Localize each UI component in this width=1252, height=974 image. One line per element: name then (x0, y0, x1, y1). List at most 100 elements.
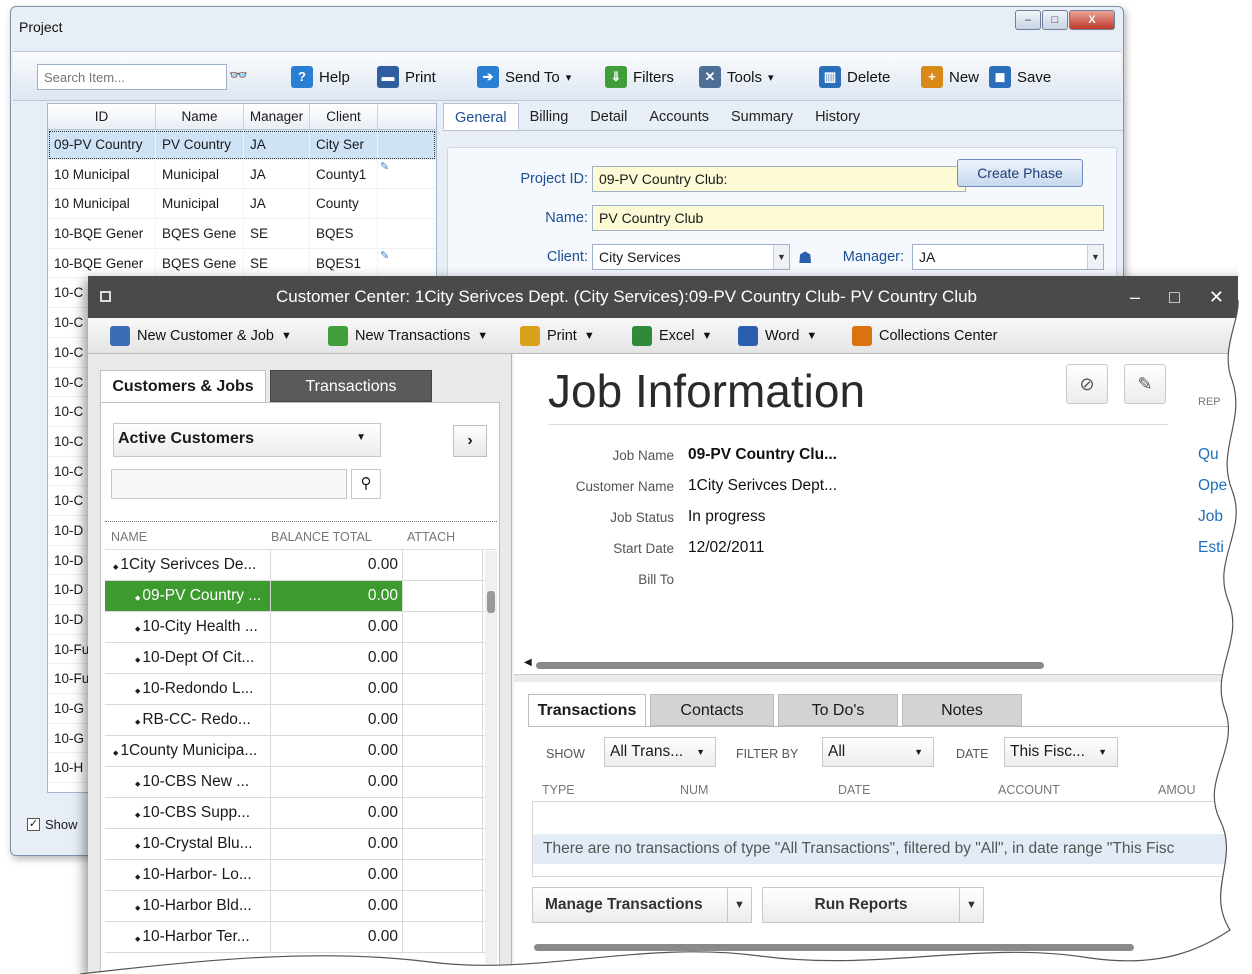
name-field[interactable]: PV Country Club (592, 205, 1104, 231)
tab-to-do-s[interactable]: To Do's (778, 694, 898, 726)
toolbar-delete-button[interactable]: ▥ Delete (819, 66, 890, 88)
col-id[interactable]: ID (48, 104, 156, 129)
search-button[interactable]: ⚲ (351, 469, 381, 499)
caret-down-icon[interactable]: ▾ (768, 71, 774, 84)
tab-general[interactable]: General (443, 103, 519, 130)
caret-down-icon[interactable]: ▾ (566, 71, 572, 84)
tab-transactions[interactable]: Transactions (528, 694, 646, 726)
show-checkbox[interactable]: ✓ Show (27, 817, 78, 832)
list-item[interactable]: ◆ 1City Serivces De... 0.00 (105, 550, 497, 581)
search-item-input[interactable] (37, 64, 227, 90)
col-name[interactable]: Name (156, 104, 244, 129)
show-dropdown[interactable]: All Trans... ▼ (604, 737, 716, 767)
col-client[interactable]: Client (310, 104, 378, 129)
list-item[interactable]: ◆ 10-Crystal Blu... 0.00 (105, 829, 497, 860)
client-dropdown[interactable]: City Services ▼ (592, 244, 790, 270)
toolbar-excelbutton[interactable]: Excel ▼ (632, 326, 712, 346)
table-row[interactable]: 09-PV Country PV Country JA City Ser (48, 130, 436, 160)
pane-splitter[interactable] (514, 674, 1252, 682)
tab-accounts[interactable]: Accounts (638, 103, 720, 130)
scroll-thumb[interactable] (536, 662, 1044, 669)
create-phase-button[interactable]: Create Phase (957, 159, 1083, 187)
toolbar-wordbutton[interactable]: Word ▼ (738, 326, 817, 346)
project-id-field[interactable]: 09-PV Country Club: (592, 166, 966, 192)
col-type[interactable]: TYPE (542, 783, 575, 797)
toolbar-new-button[interactable]: + New (921, 66, 979, 88)
caret-down-icon[interactable]: ▼ (584, 330, 595, 342)
table-row[interactable]: 10-BQE Gener BQES Gene SE BQES (48, 219, 436, 249)
minimize-button[interactable]: – (1015, 10, 1041, 30)
report-link[interactable]: Job (1198, 508, 1223, 526)
toolbar-new-transactionsbutton[interactable]: New Transactions ▼ (328, 326, 488, 346)
col-account[interactable]: ACCOUNT (998, 783, 1060, 797)
col-manager[interactable]: Manager (244, 104, 310, 129)
binoculars-icon[interactable]: 👓 (229, 66, 248, 84)
edit-button[interactable]: ✎ (1124, 364, 1166, 404)
toolbar-printbutton[interactable]: Print ▼ (520, 326, 595, 346)
list-item[interactable]: ◆ 10-Dept Of Cit... 0.00 (105, 643, 497, 674)
scroll-thumb[interactable] (534, 944, 1134, 951)
chevron-down-icon[interactable]: ▼ (1087, 245, 1103, 269)
scroll-left-icon[interactable]: ◀ (524, 657, 532, 668)
toolbar-filters-button[interactable]: ⇓ Filters (605, 66, 674, 88)
job-info-hscrollbar[interactable]: ◀ (524, 657, 1244, 670)
tab-customers-jobs[interactable]: Customers & Jobs (100, 370, 266, 402)
col-num[interactable]: NUM (680, 783, 708, 797)
tab-billing[interactable]: Billing (519, 103, 580, 130)
bottom-scrollbar[interactable] (514, 942, 1252, 952)
list-item[interactable]: ◆ 10-Redondo L... 0.00 (105, 674, 497, 705)
chevron-down-icon[interactable]: ▼ (727, 888, 751, 922)
tab-notes[interactable]: Notes (902, 694, 1022, 726)
window-controls[interactable]: – □ ✕ (1130, 276, 1236, 318)
toolbar-help-button[interactable]: ? Help (291, 66, 350, 88)
caret-down-icon[interactable]: ▼ (701, 330, 712, 342)
chevron-down-icon[interactable]: ▼ (959, 888, 983, 922)
caret-down-icon[interactable]: ▼ (477, 330, 488, 342)
toolbar-send-to-button[interactable]: ➔ Send To ▾ (477, 66, 571, 88)
list-item[interactable]: ◆ 10-Harbor- Lo... 0.00 (105, 860, 497, 891)
col-name[interactable]: NAME (105, 522, 265, 549)
list-item[interactable]: ◆ 10-Harbor Bld... 0.00 (105, 891, 497, 922)
toolbar-print-button[interactable]: ▬ Print (377, 66, 436, 88)
run-reports-button[interactable]: Run Reports ▼ (762, 887, 984, 923)
tab-detail[interactable]: Detail (579, 103, 638, 130)
customer-list-scrollbar[interactable] (485, 551, 497, 973)
table-row[interactable]: 10 Municipal Municipal JA County1 ✎ (48, 159, 436, 190)
toolbar-new-customer-jobbutton[interactable]: New Customer & Job ▼ (110, 326, 292, 346)
list-item[interactable]: ◆ 1County Municipa... 0.00 (105, 736, 497, 767)
tab-transactions[interactable]: Transactions (270, 370, 432, 402)
list-item[interactable]: ◆ 10-CBS New ... 0.00 (105, 767, 497, 798)
date-dropdown[interactable]: This Fisc... ▼ (1004, 737, 1118, 767)
toolbar-save-button[interactable]: ◼ Save (989, 66, 1051, 88)
filter-by-dropdown[interactable]: All ▼ (822, 737, 934, 767)
report-link[interactable]: Esti (1198, 539, 1224, 557)
toolbar-collections-centerbutton[interactable]: Collections Center (852, 326, 997, 346)
expand-pane-button[interactable]: › (453, 425, 487, 457)
list-item[interactable]: ◆ RB-CC- Redo... 0.00 (105, 705, 497, 736)
scroll-thumb[interactable] (487, 591, 495, 613)
customer-filter-dropdown[interactable]: Active Customers ▼ (113, 423, 381, 457)
report-link[interactable]: Ope (1198, 477, 1227, 495)
table-row[interactable]: 10 Municipal Municipal JA County (48, 189, 436, 220)
close-button[interactable]: X (1069, 10, 1115, 30)
col-balance-total[interactable]: BALANCE TOTAL (265, 522, 401, 549)
col-attach[interactable]: ATTACH (401, 522, 491, 549)
chevron-down-icon[interactable]: ▼ (773, 245, 789, 269)
system-menu-icon[interactable] (100, 291, 111, 302)
list-item[interactable]: ◆ 10-City Health ... 0.00 (105, 612, 497, 643)
manage-transactions-button[interactable]: Manage Transactions ▼ (532, 887, 752, 923)
list-item[interactable]: ◆ 10-Harbor Ter... 0.00 (105, 922, 497, 953)
tab-history[interactable]: History (804, 103, 871, 130)
manager-dropdown[interactable]: JA ▼ (912, 244, 1104, 270)
list-item[interactable]: ◆ 10-CBS Supp... 0.00 (105, 798, 497, 829)
tab-summary[interactable]: Summary (720, 103, 804, 130)
col-amount[interactable]: AMOU (1158, 783, 1196, 797)
scroll-thumb[interactable] (1241, 372, 1249, 542)
job-info-scrollbar[interactable] (1240, 360, 1250, 660)
list-item[interactable]: ◆ 09-PV Country ... 0.00 (105, 581, 497, 612)
maximize-button[interactable]: □ (1042, 10, 1068, 30)
attach-button[interactable]: ⊘ (1066, 364, 1108, 404)
checkbox-checked-icon[interactable]: ✓ (27, 818, 40, 831)
tab-contacts[interactable]: Contacts (650, 694, 774, 726)
caret-down-icon[interactable]: ▼ (806, 330, 817, 342)
